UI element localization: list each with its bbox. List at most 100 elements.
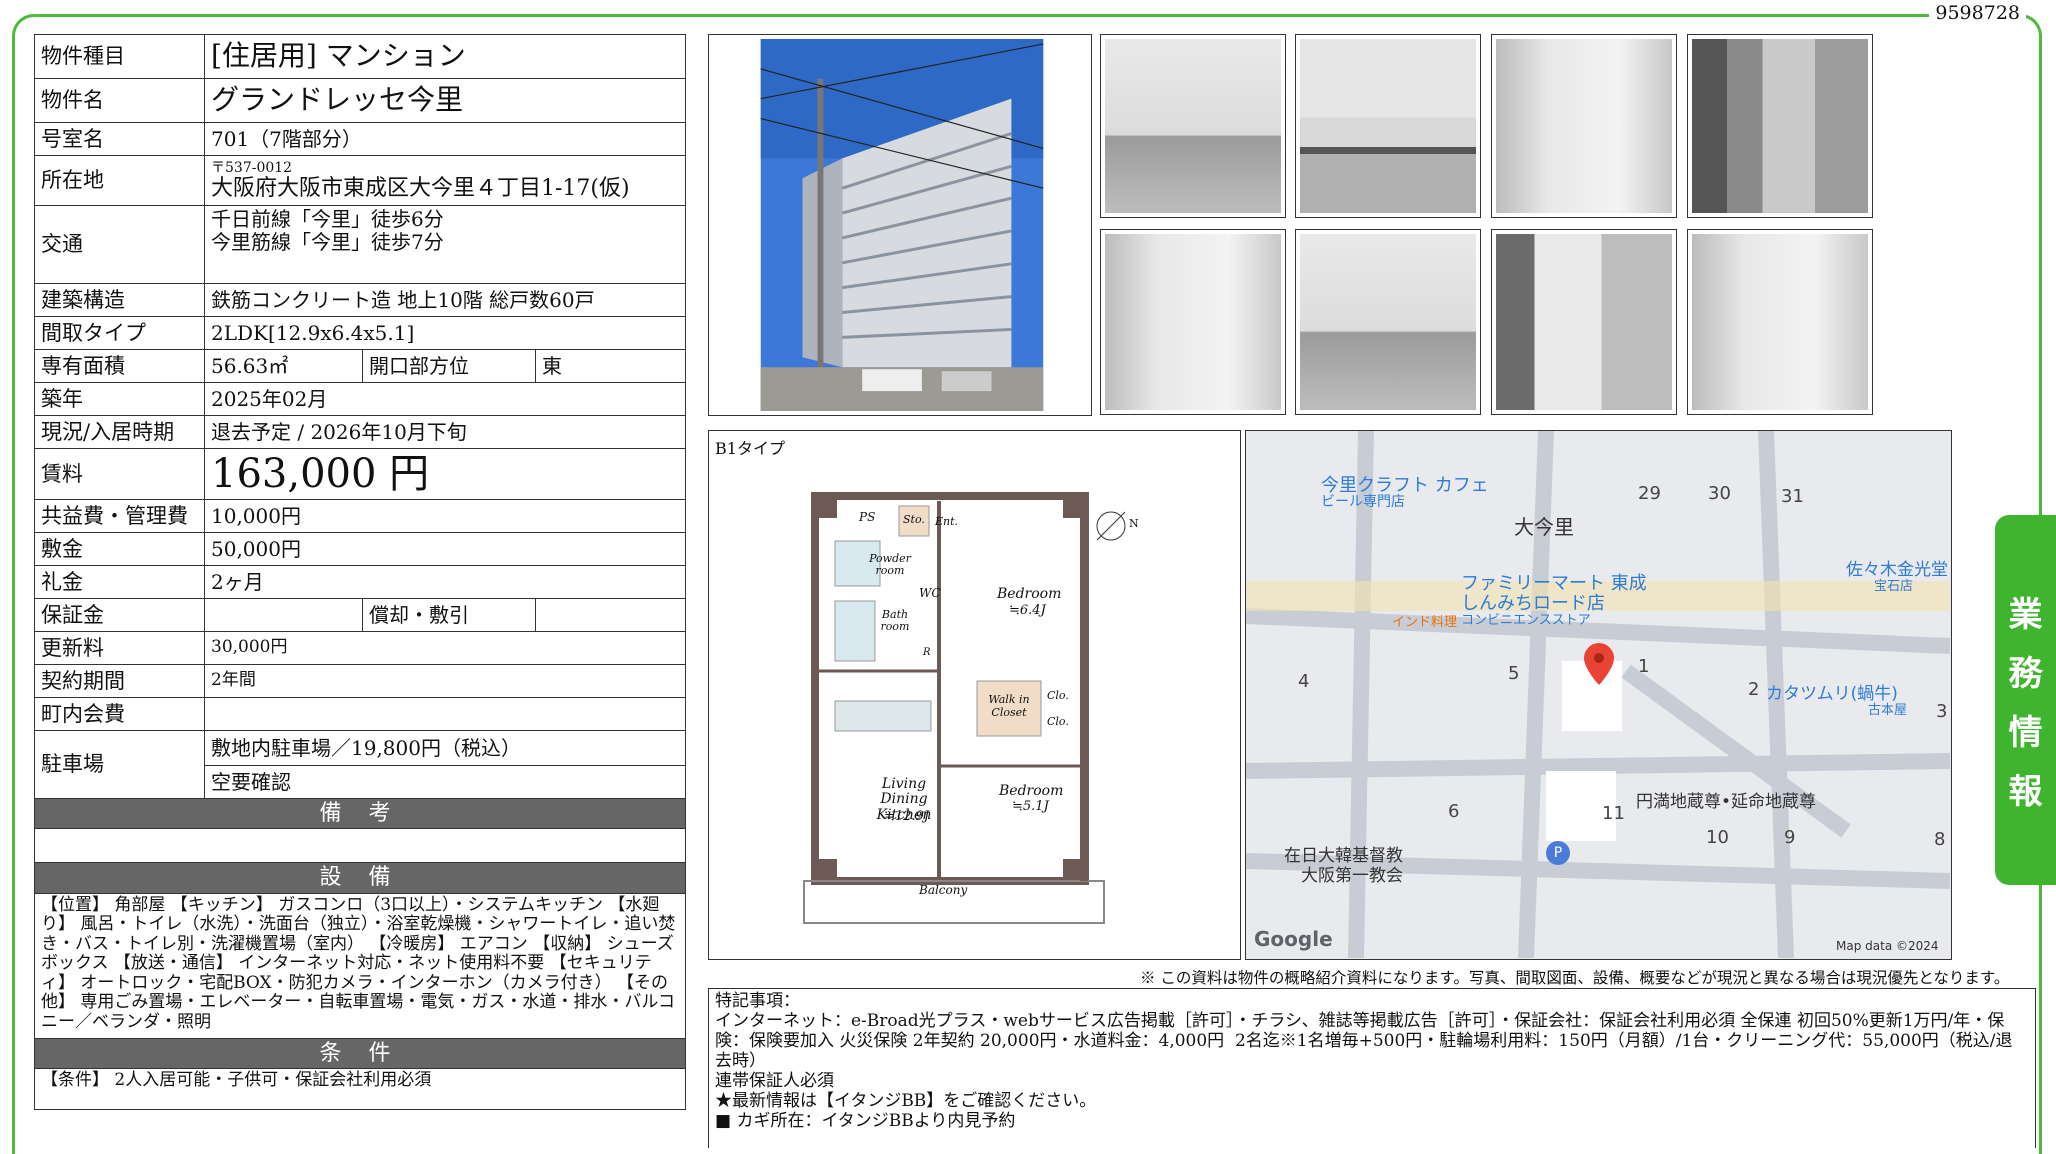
room-label: ≒5.1J [1012, 799, 1049, 814]
value-area: 56.63㎡ [204, 349, 363, 383]
label-amortization: 償却・敷引 [362, 598, 536, 632]
interior-image [1692, 39, 1868, 213]
special-notes: 特記事項： インターネット：e-Broad光プラス・webサービス広告掲載［許可… [708, 988, 2036, 1148]
room-label: WC [919, 586, 941, 600]
label-built: 築年 [34, 382, 205, 416]
interior-image [1105, 39, 1281, 213]
label-key-money: 礼金 [34, 565, 205, 599]
map-block-number: 29 [1638, 483, 1661, 504]
parking-line: 敷地内駐車場／19,800円（税込） [204, 730, 686, 766]
floor-plan: B1タイプ PS Sto. Ent. Powder room WC Bath r… [708, 430, 1241, 960]
parking-line: 空要確認 [204, 765, 686, 799]
interior-photo-room[interactable] [1491, 34, 1677, 218]
value-name: グランドレッセ今里 [204, 78, 686, 123]
room-label: ≒12.9J [884, 809, 930, 824]
room-label: Powder room [869, 552, 911, 578]
remarks-header: 備 考 [34, 797, 686, 830]
map-place-label: 古本屋 [1868, 703, 1908, 718]
map-block-number: 5 [1508, 663, 1520, 684]
interior-image [1300, 39, 1476, 213]
value-address: 大阪府大阪市東成区大今里４丁目1-17(仮) [211, 175, 630, 201]
map-area-label: 大今里 [1514, 515, 1574, 539]
room-label: Clo. [1047, 715, 1069, 728]
label-layout: 間取タイプ [34, 316, 205, 350]
map-block-number: 3 [1936, 701, 1948, 722]
disclaimer: ※ この資料は物件の概略紹介資料になります。写真、間取図面、設備、概要などが現況… [1140, 969, 2010, 987]
value-orientation: 東 [535, 349, 686, 383]
value-renewal: 30,000円 [204, 631, 686, 665]
side-tab-char: 報 [2008, 772, 2043, 812]
area-map[interactable]: 今里クラフト カフェ ビール専門店 大今里 ファミリーマート 東成 しんみちロー… [1245, 430, 1952, 960]
interior-photo-bath[interactable] [1687, 34, 1873, 218]
value-association [204, 697, 686, 731]
value-built: 2025年02月 [204, 382, 686, 416]
interior-photo-storage[interactable] [1491, 229, 1677, 415]
side-tab-char: 業 [2008, 595, 2043, 635]
label-access: 交通 [34, 205, 205, 284]
label-association: 町内会費 [34, 697, 205, 731]
label-rent: 賃料 [34, 448, 205, 500]
value-fee: 10,000円 [204, 499, 686, 533]
floor-plan-drawing [803, 492, 1126, 924]
map-place-label: ビール専門店 [1321, 494, 1405, 510]
room-label: Balcony [919, 883, 968, 897]
map-block-number: 4 [1298, 671, 1310, 692]
room-label: Walk in Closet [988, 693, 1030, 720]
value-structure: 鉄筋コンクリート造 地上10階 総戸数60戸 [204, 283, 686, 317]
label-area: 専有面積 [34, 349, 205, 383]
interior-photo-bedroom[interactable] [1100, 229, 1286, 415]
building-photo[interactable] [708, 34, 1092, 416]
value-deposit: 50,000円 [204, 532, 686, 566]
compass-label: N [1129, 517, 1139, 530]
remarks-body [34, 828, 686, 864]
property-table: 物件種目 [住居用] マンション 物件名 グランドレッセ今里 号室名 701（7階部分… [34, 34, 686, 1110]
conditions-body: 【条件】 2人入居可能・子供可・保証会社利用必須 [34, 1067, 686, 1110]
interior-image [1105, 234, 1281, 410]
map-block-number: 10 [1706, 827, 1729, 848]
value-guarantee [204, 598, 363, 632]
value-rent: 163,000 円 [204, 448, 686, 500]
label-name: 物件名 [34, 78, 205, 123]
label-orientation: 開口部方位 [362, 349, 536, 383]
map-block-number: 11 [1602, 803, 1625, 824]
map-block-number: 6 [1448, 801, 1460, 822]
interior-photo-kitchen[interactable] [1295, 34, 1481, 218]
label-room: 号室名 [34, 122, 205, 156]
value-type: [住居用] マンション [204, 34, 686, 79]
room-label: Bedroom [999, 783, 1064, 799]
conditions-header: 条 件 [34, 1037, 686, 1069]
interior-photo-toilet[interactable] [1687, 229, 1873, 415]
label-fee: 共益費・管理費 [34, 499, 205, 533]
map-place-label: 大阪第一教会 [1301, 866, 1403, 886]
interior-photo-ldk[interactable] [1100, 34, 1286, 218]
label-contract: 契約期間 [34, 664, 205, 698]
map-place-label: インド料理 [1392, 615, 1458, 630]
side-tab-char: 務 [2008, 654, 2043, 694]
value-key-money: 2ヶ月 [204, 565, 686, 599]
map-place-label: 円満地蔵尊•延命地蔵尊 [1636, 792, 1817, 812]
room-label: R [923, 647, 931, 658]
room-label: Clo. [1047, 689, 1069, 702]
value-room: 701（7階部分） [204, 122, 686, 156]
label-structure: 建築構造 [34, 283, 205, 317]
map-block-number: 2 [1748, 679, 1760, 700]
business-info-tab[interactable]: 業 務 情 報 [1995, 515, 2056, 885]
document-id: 9598728 [1929, 2, 2026, 24]
map-place-label: 宝石店 [1874, 579, 1914, 594]
label-parking: 駐車場 [34, 730, 205, 799]
postal-code: 〒537-0012 [211, 159, 293, 176]
map-block-number: 1 [1638, 656, 1650, 677]
interior-photo-closet[interactable] [1295, 229, 1481, 415]
room-label: Bath room [880, 608, 910, 634]
label-type: 物件種目 [34, 34, 205, 79]
label-renewal: 更新料 [34, 631, 205, 665]
map-block-number: 31 [1781, 486, 1804, 507]
label-status: 現況/入居時期 [34, 415, 205, 449]
building-image [760, 39, 1044, 411]
label-address: 所在地 [34, 155, 205, 206]
equipment-body: 【位置】 角部屋 【キッチン】 ガスコンロ（3口以上）・システムキッチン 【水廻… [34, 892, 686, 1039]
value-contract: 2年間 [204, 664, 686, 698]
google-logo: Google [1254, 927, 1333, 951]
label-guarantee: 保証金 [34, 598, 205, 632]
side-tab-char: 情 [2008, 713, 2043, 753]
